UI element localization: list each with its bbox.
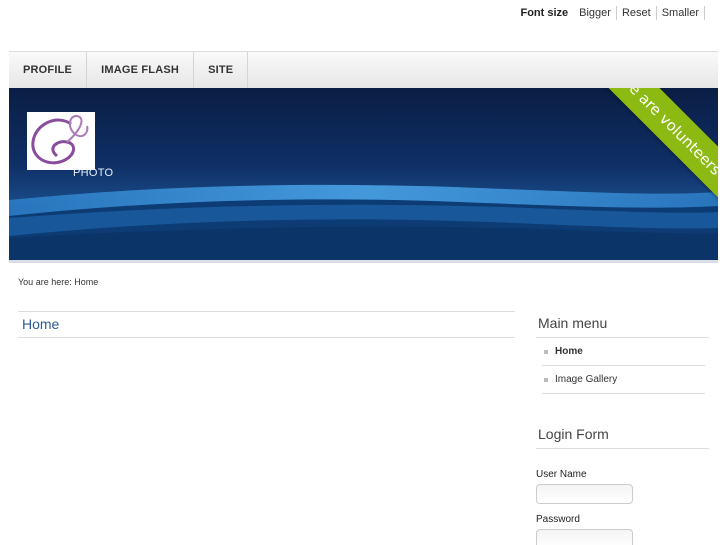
nav-item-profile[interactable]: PROFILE (9, 52, 88, 88)
menu-item-label: Home (555, 346, 583, 357)
logo-g-icon (31, 115, 89, 165)
banner-waves (9, 184, 718, 260)
font-size-label: Font size (520, 7, 569, 19)
logo-caption: PHOTO (73, 167, 114, 179)
font-size-bar: Font size Bigger Reset Smaller (520, 6, 705, 20)
username-field[interactable] (536, 484, 633, 504)
menu-item-label: Image Gallery (555, 374, 618, 385)
page-title: Home (18, 311, 515, 338)
nav-item-image-flash[interactable]: IMAGE FLASH (87, 52, 195, 88)
login-form-module: Login Form User Name Password (536, 422, 709, 545)
site-logo[interactable] (27, 112, 95, 170)
login-form-title: Login Form (536, 422, 709, 449)
header-banner: PHOTO We are volunteers ! (9, 88, 718, 260)
nav-item-site[interactable]: SITE (194, 52, 249, 88)
font-reset-link[interactable]: Reset (617, 6, 657, 20)
password-field[interactable] (536, 529, 633, 545)
banner-divider (9, 260, 718, 263)
menu-item-home[interactable]: Home (542, 338, 705, 366)
username-label: User Name (536, 469, 587, 480)
font-smaller-link[interactable]: Smaller (657, 6, 705, 20)
bullet-icon (544, 349, 548, 354)
menu-item-image-gallery[interactable]: Image Gallery (542, 366, 705, 394)
main-menu-title: Main menu (536, 311, 709, 338)
bullet-icon (544, 377, 548, 382)
top-navigation: PROFILE IMAGE FLASH SITE (9, 51, 718, 88)
main-menu-module: Main menu Home Image Gallery (536, 311, 709, 394)
breadcrumb: You are here: Home (18, 277, 99, 287)
password-label: Password (536, 514, 580, 525)
font-bigger-link[interactable]: Bigger (574, 6, 617, 20)
